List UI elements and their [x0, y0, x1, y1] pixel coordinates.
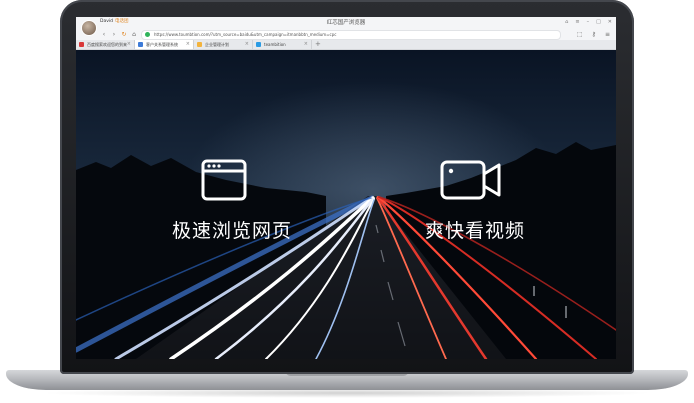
tab-label: 客户关系管理系统 — [146, 42, 178, 47]
more-menu-icon[interactable]: ≡ — [605, 31, 610, 38]
tab-favicon-icon — [138, 41, 143, 47]
key-icon[interactable]: ⚷ — [592, 31, 596, 38]
tab-favicon-icon — [79, 41, 84, 47]
feature-video-label: 爽快看视频 — [425, 220, 526, 242]
window-controls: ⌂ ≡ – □ ✕ — [565, 19, 612, 26]
tab-planning[interactable]: 企业管理计划 × — [194, 40, 253, 49]
video-camera-icon — [440, 160, 501, 200]
avatar[interactable] — [81, 20, 97, 36]
skin-icon[interactable]: ⌂ — [565, 19, 568, 26]
tab-favicon-icon — [256, 41, 261, 47]
close-icon[interactable]: ✕ — [608, 19, 612, 26]
tab-label: 百度搜索欢迎您的到来 — [87, 42, 127, 47]
minimize-icon[interactable]: – — [587, 19, 590, 26]
toolbar-icons: ⬚ ⚷ ≡ — [577, 31, 610, 38]
tab-close-icon[interactable]: × — [245, 40, 249, 49]
tab-label: teambition — [264, 42, 286, 47]
home-icon[interactable]: ⌂ — [130, 31, 138, 39]
tab-teambition[interactable]: teambition × — [253, 40, 312, 49]
new-tab-button[interactable]: + — [315, 40, 321, 49]
forward-icon[interactable]: › — [110, 31, 118, 39]
extension-icon[interactable]: ⬚ — [577, 31, 583, 38]
tab-baidu[interactable]: 百度搜索欢迎您的到来 × — [76, 40, 135, 49]
url-text: https://www.toumbtion.com/?utm_source=ba… — [154, 32, 337, 37]
tab-close-icon[interactable]: × — [186, 40, 190, 49]
reload-icon[interactable]: ↻ — [120, 31, 128, 39]
page-hero: 极速浏览网页 爽快看视频 — [76, 50, 616, 359]
maximize-icon[interactable]: □ — [596, 19, 601, 26]
tab-crm[interactable]: 客户关系管理系统 × — [135, 40, 194, 49]
menu-lines-icon[interactable]: ≡ — [575, 19, 579, 26]
secure-shield-icon — [145, 32, 150, 37]
browser-window-icon — [201, 159, 247, 201]
url-field[interactable]: https://www.toumbtion.com/?utm_source=ba… — [141, 30, 561, 40]
laptop-screen: David 电话团 红芯国产浏览器 ⌂ ≡ – □ ✕ ‹ › ↻ ⌂ https… — [76, 17, 616, 359]
address-bar: ‹ › ↻ ⌂ https://www.toumbtion.com/?utm_s… — [76, 29, 616, 40]
tab-bar: 百度搜索欢迎您的到来 × 客户关系管理系统 × 企业管理计划 × teambit… — [76, 40, 616, 50]
window-title: 红芯国产浏览器 — [326, 20, 366, 26]
back-icon[interactable]: ‹ — [100, 31, 108, 39]
browser-titlebar: David 电话团 红芯国产浏览器 ⌂ ≡ – □ ✕ — [76, 17, 616, 29]
tab-close-icon[interactable]: × — [304, 40, 308, 49]
tab-favicon-icon — [197, 41, 202, 47]
tab-close-icon[interactable]: × — [127, 40, 131, 49]
feature-browse-label: 极速浏览网页 — [172, 220, 293, 242]
tab-label: 企业管理计划 — [205, 42, 229, 47]
hero-background-photo — [76, 50, 616, 359]
